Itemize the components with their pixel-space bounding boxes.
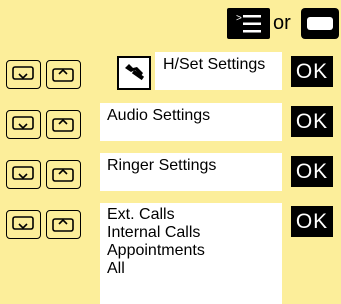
ok-button-ringer[interactable]: OK — [291, 156, 333, 187]
menu-item-audio-settings[interactable]: Audio Settings — [100, 103, 282, 141]
nav-down-icon — [12, 166, 34, 180]
menu-list-icon: > — [236, 13, 261, 33]
ringer-settings-label: Ringer Settings — [107, 157, 217, 174]
nav-up-icon — [52, 68, 74, 82]
nav-up-button[interactable] — [46, 110, 81, 139]
nav-up-button[interactable] — [46, 210, 81, 239]
menu-item-ringer-settings[interactable]: Ringer Settings — [100, 153, 282, 191]
nav-down-icon — [12, 116, 34, 130]
option-all[interactable]: All — [107, 260, 125, 277]
option-appointments[interactable]: Appointments — [107, 242, 205, 259]
or-label: or — [273, 12, 291, 34]
nav-up-button[interactable] — [46, 60, 81, 89]
nav-down-icon — [12, 216, 34, 230]
ok-button-hset[interactable]: OK — [291, 56, 333, 87]
hset-settings-label: H/Set Settings — [163, 56, 266, 73]
nav-down-icon — [12, 66, 34, 80]
audio-settings-label: Audio Settings — [107, 107, 211, 124]
menu-item-call-types[interactable]: Ext. Calls Internal Calls Appointments A… — [100, 203, 282, 304]
nav-down-button[interactable] — [6, 160, 41, 189]
nav-keys-row-calls — [6, 210, 81, 241]
display-key-icon — [307, 17, 333, 30]
ok-button-calls[interactable]: OK — [291, 206, 333, 237]
menu-item-hset-settings[interactable]: H/Set Settings — [155, 52, 282, 90]
nav-up-icon — [52, 118, 74, 132]
option-internal-calls[interactable]: Internal Calls — [107, 224, 200, 241]
nav-down-button[interactable] — [6, 210, 41, 239]
svg-text:>: > — [236, 13, 242, 24]
ok-button-audio[interactable]: OK — [291, 106, 333, 137]
option-ext-calls[interactable]: Ext. Calls — [107, 206, 175, 223]
nav-up-icon — [52, 218, 74, 232]
nav-keys-row-ringer — [6, 160, 81, 191]
nav-keys-row-audio — [6, 110, 81, 141]
nav-keys-row-hset — [6, 60, 81, 91]
display-key-button[interactable] — [301, 8, 339, 39]
wrench-icon — [117, 56, 151, 90]
nav-down-button[interactable] — [6, 60, 41, 89]
nav-up-icon — [52, 168, 74, 182]
nav-up-button[interactable] — [46, 160, 81, 189]
menu-key[interactable]: > — [227, 8, 270, 39]
nav-down-button[interactable] — [6, 110, 41, 139]
